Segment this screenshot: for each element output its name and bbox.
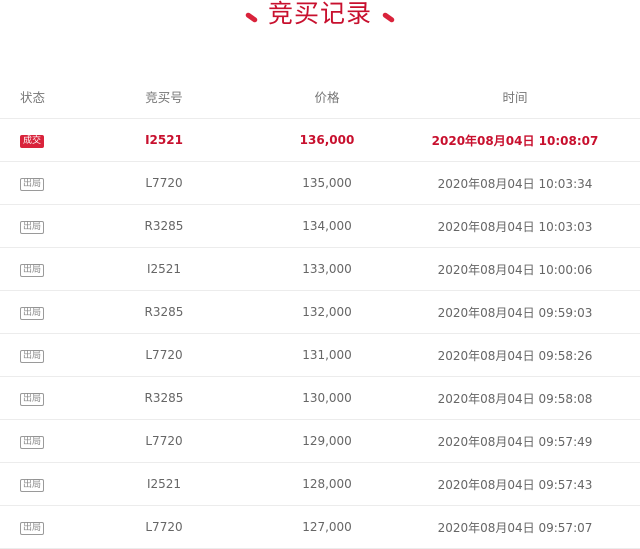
- status-badge: 出局: [20, 436, 45, 449]
- time-cell: 2020年08月04日 09:58:26: [437, 348, 593, 363]
- time-cell: 2020年08月04日 10:00:06: [437, 262, 593, 277]
- bid-no-cell: I2521: [146, 477, 182, 491]
- time-cell: 2020年08月04日 09:57:07: [437, 520, 593, 535]
- price-cell: 136,000: [299, 133, 355, 147]
- bid-no-cell: I2521: [146, 262, 182, 276]
- price-cell: 128,000: [302, 477, 352, 491]
- price-cell: 131,000: [302, 348, 352, 362]
- status-badge: 出局: [20, 307, 45, 320]
- time-cell: 2020年08月04日 09:58:08: [437, 391, 593, 406]
- bid-no-cell: I2521: [145, 133, 183, 147]
- table-row: 出局 L7720 127,000 2020年08月04日 09:57:07: [0, 506, 640, 549]
- status-badge: 出局: [20, 178, 45, 191]
- time-cell: 2020年08月04日 09:57:49: [437, 434, 593, 449]
- price-cell: 132,000: [302, 305, 352, 319]
- status-badge: 出局: [20, 350, 45, 363]
- page-header: 竞买记录: [0, 0, 640, 34]
- status-badge: 出局: [20, 221, 45, 234]
- time-cell: 2020年08月04日 10:08:07: [431, 133, 599, 148]
- price-cell: 129,000: [302, 434, 352, 448]
- table-header-row: 状态 竞买号 价格 时间: [0, 75, 640, 119]
- table-row: 出局 L7720 135,000 2020年08月04日 10:03:34: [0, 162, 640, 205]
- bid-records-table: 状态 竞买号 价格 时间 成交 I2521 136,000 2020年08月04…: [0, 75, 640, 549]
- status-badge: 出局: [20, 393, 45, 406]
- header-time: 时间: [502, 90, 528, 105]
- bid-no-cell: L7720: [145, 520, 183, 534]
- price-cell: 134,000: [302, 219, 352, 233]
- bid-no-cell: L7720: [145, 434, 183, 448]
- price-cell: 130,000: [302, 391, 352, 405]
- time-cell: 2020年08月04日 10:03:34: [437, 176, 593, 191]
- bid-no-cell: L7720: [145, 176, 183, 190]
- status-badge: 出局: [20, 479, 45, 492]
- table-row: 成交 I2521 136,000 2020年08月04日 10:08:07: [0, 119, 640, 162]
- header-price: 价格: [314, 90, 340, 105]
- status-badge: 出局: [20, 264, 45, 277]
- table-row: 出局 I2521 128,000 2020年08月04日 09:57:43: [0, 463, 640, 506]
- table-row: 出局 L7720 131,000 2020年08月04日 09:58:26: [0, 334, 640, 377]
- price-cell: 127,000: [302, 520, 352, 534]
- header-bid-no: 竞买号: [145, 90, 183, 105]
- table-row: 出局 R3285 134,000 2020年08月04日 10:03:03: [0, 205, 640, 248]
- time-cell: 2020年08月04日 09:59:03: [437, 305, 593, 320]
- table-row: 出局 I2521 133,000 2020年08月04日 10:00:06: [0, 248, 640, 291]
- price-cell: 135,000: [302, 176, 352, 190]
- bid-no-cell: R3285: [144, 219, 184, 233]
- title-decoration-left: [244, 11, 259, 23]
- bid-no-cell: L7720: [145, 348, 183, 362]
- status-badge: 成交: [20, 135, 45, 148]
- page-title: 竞买记录: [267, 0, 372, 28]
- table-row: 出局 L7720 129,000 2020年08月04日 09:57:49: [0, 420, 640, 463]
- header-status: 状态: [20, 90, 46, 105]
- title-decoration-right: [381, 11, 396, 23]
- price-cell: 133,000: [302, 262, 352, 276]
- bid-no-cell: R3285: [144, 305, 184, 319]
- status-badge: 出局: [20, 522, 45, 535]
- time-cell: 2020年08月04日 09:57:43: [437, 477, 593, 492]
- time-cell: 2020年08月04日 10:03:03: [437, 219, 593, 234]
- table-row: 出局 R3285 132,000 2020年08月04日 09:59:03: [0, 291, 640, 334]
- table-row: 出局 R3285 130,000 2020年08月04日 09:58:08: [0, 377, 640, 420]
- bid-no-cell: R3285: [144, 391, 184, 405]
